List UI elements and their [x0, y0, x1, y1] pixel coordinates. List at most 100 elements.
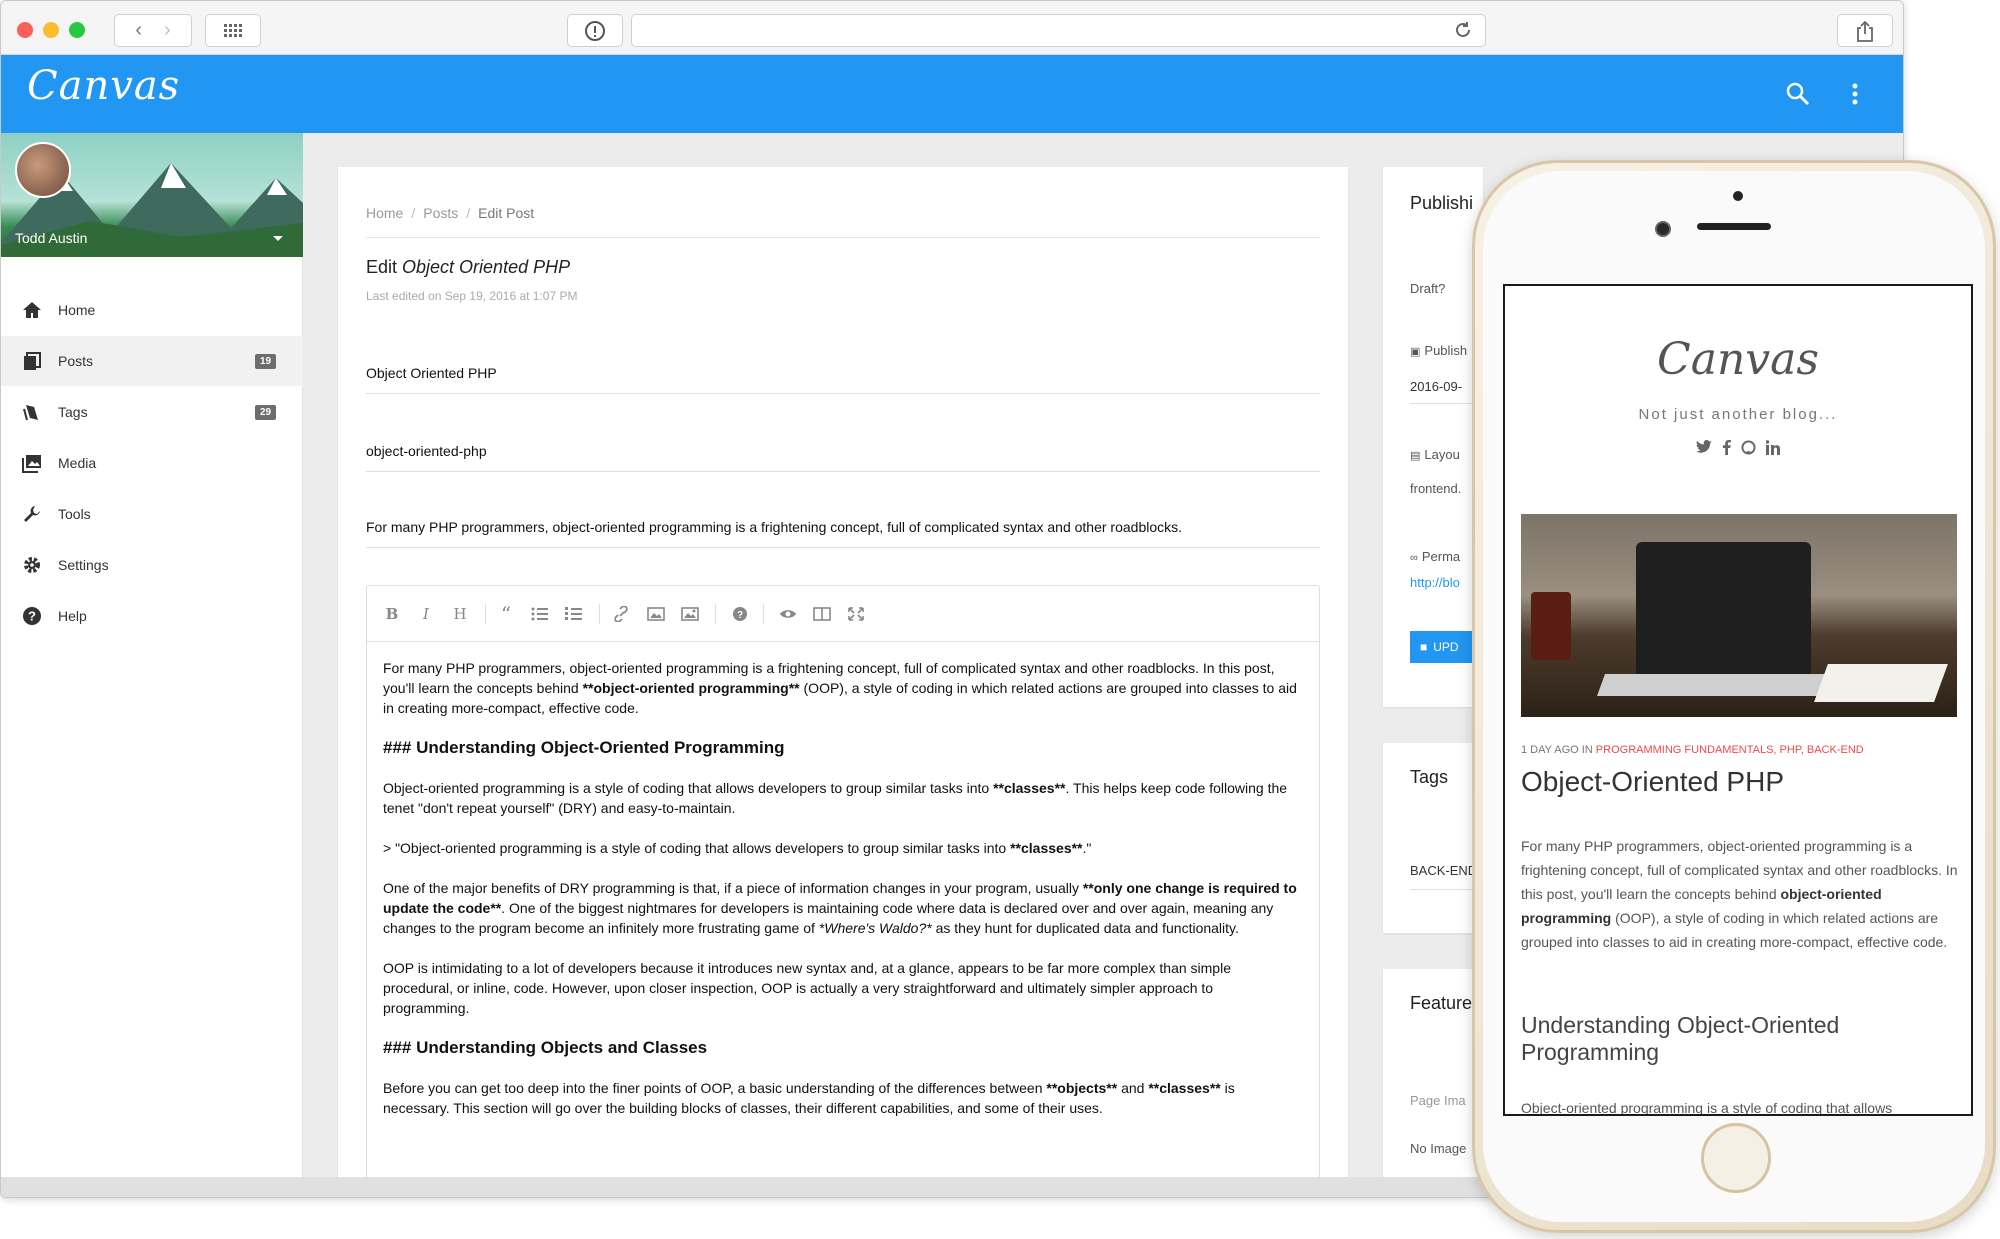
slug-field[interactable]: object-oriented-php — [366, 443, 1320, 459]
app-logo[interactable]: Canvas — [27, 63, 180, 109]
layout-field[interactable]: frontend. — [1410, 481, 1461, 496]
post-section-heading: Understanding Object-Oriented Programmin… — [1521, 1012, 1840, 1065]
breadcrumb-separator: / — [466, 205, 471, 221]
sidebar-item-tags[interactable]: Tags 29 — [1, 387, 303, 437]
back-forward-buttons[interactable]: ‹ › — [114, 14, 192, 47]
svg-text:?: ? — [737, 610, 743, 621]
breadcrumb-posts[interactable]: Posts — [423, 205, 458, 221]
twitter-icon[interactable] — [1695, 440, 1712, 454]
markdown-editor[interactable]: B I H “ ? For many PHP programmers, obje… — [366, 585, 1320, 1197]
close-window-button[interactable] — [17, 22, 33, 38]
bold-icon[interactable]: B — [383, 605, 401, 623]
social-links — [1505, 440, 1971, 455]
post-paragraph: Object-oriented programming is a style o… — [1521, 1100, 1893, 1116]
svg-text:?: ? — [28, 609, 36, 624]
title-field[interactable]: Object Oriented PHP — [366, 365, 1320, 381]
preview-eye-icon[interactable] — [779, 606, 797, 622]
paragraph: One of the major benefits of DRY program… — [383, 878, 1303, 938]
post-title[interactable]: Object-Oriented PHP — [1521, 766, 1784, 798]
text: ." — [1082, 840, 1092, 856]
heading-icon[interactable]: H — [451, 605, 469, 623]
tags-title: Tags — [1410, 767, 1449, 787]
github-icon[interactable] — [1740, 440, 1756, 455]
sidebar: Todd Austin Home Posts 19 Tags 29 Media … — [1, 133, 303, 1197]
text: > "Object-oriented programming is a styl… — [383, 840, 1011, 856]
address-bar[interactable] — [631, 14, 1486, 47]
page-image-label: Page Ima — [1410, 1093, 1466, 1108]
sidebar-item-label: Settings — [58, 557, 109, 573]
breadcrumb-home[interactable]: Home — [366, 205, 403, 221]
linkedin-icon[interactable] — [1765, 440, 1781, 455]
search-icon[interactable] — [1785, 81, 1811, 107]
sidebar-item-settings[interactable]: Settings — [1, 540, 303, 590]
more-vert-icon[interactable] — [1851, 81, 1859, 107]
camera-sensor — [1733, 191, 1743, 201]
paragraph: For many PHP programmers, object-oriente… — [383, 658, 1303, 718]
upload-image-icon[interactable] — [681, 606, 699, 622]
forward-icon[interactable]: › — [164, 19, 171, 42]
grid-icon — [224, 23, 242, 37]
image-icon[interactable] — [647, 606, 665, 622]
share-button[interactable] — [1837, 14, 1893, 47]
link-icon[interactable] — [613, 606, 631, 622]
publishing-card: Publishi Draft? ▣ Publish 2016-09- ▤ Layou… — [1383, 167, 1483, 707]
sidebar-item-tools[interactable]: Tools — [1, 489, 303, 539]
italic-icon[interactable]: I — [417, 605, 435, 623]
avatar[interactable] — [15, 142, 71, 198]
phone-device: Canvas Not just another blog... 1 DAY AG… — [1472, 160, 1996, 1233]
title-post-name: Object Oriented PHP — [402, 257, 571, 277]
ordered-list-icon[interactable] — [565, 606, 583, 622]
unordered-list-icon[interactable] — [531, 606, 549, 622]
permalink-label-text: Perma — [1421, 549, 1461, 564]
bold-text: **object-oriented programming** — [582, 680, 800, 696]
gear-icon — [24, 557, 40, 573]
layout-label: ▤ Layou — [1410, 447, 1460, 462]
tab-grid-button[interactable] — [205, 14, 261, 47]
home-button[interactable] — [1701, 1123, 1771, 1193]
fullscreen-icon[interactable] — [847, 606, 865, 622]
side-by-side-icon[interactable] — [813, 606, 831, 622]
post-excerpt: For many PHP programmers, object-oriente… — [1521, 834, 1961, 954]
chevron-down-icon[interactable] — [273, 236, 283, 241]
sidebar-item-label: Tags — [58, 404, 88, 420]
blog-logo[interactable]: Canvas — [1505, 334, 1971, 385]
tag-chip[interactable]: BACK-END — [1410, 863, 1477, 878]
earpiece-speaker — [1697, 223, 1771, 230]
site-info-button[interactable] — [567, 14, 623, 47]
tags-icon — [23, 405, 38, 421]
text: Object-oriented programming is a style o… — [383, 780, 994, 796]
sidebar-item-home[interactable]: Home — [1, 285, 303, 335]
no-image-text: No Image — [1410, 1141, 1467, 1156]
sidebar-item-label: Home — [58, 302, 96, 318]
breadcrumb-separator: / — [411, 205, 416, 221]
update-button-label: UPD — [1433, 640, 1459, 654]
maximize-window-button[interactable] — [69, 22, 85, 38]
layout-icon: ▤ — [1410, 450, 1421, 462]
post-categories[interactable]: PROGRAMMING FUNDAMENTALS, PHP, BACK-END — [1596, 744, 1864, 756]
permalink-link[interactable]: http://blo — [1410, 575, 1460, 590]
user-name[interactable]: Todd Austin — [15, 230, 87, 246]
notebook-shape — [1814, 664, 1948, 702]
back-icon[interactable]: ‹ — [135, 19, 142, 42]
text: as they hunt for duplicated data and fun… — [931, 920, 1239, 936]
sidebar-item-posts[interactable]: Posts 19 — [1, 336, 303, 386]
posts-count-badge: 19 — [255, 353, 277, 369]
tags-card: Tags BACK-END — [1383, 743, 1483, 933]
reload-icon[interactable] — [1453, 20, 1473, 40]
quote-icon[interactable]: “ — [497, 602, 515, 626]
facebook-icon[interactable] — [1722, 440, 1731, 455]
sidebar-item-media[interactable]: Media — [1, 438, 303, 488]
divider — [366, 237, 1320, 238]
last-edited-text: Last edited on Sep 19, 2016 at 1:07 PM — [366, 289, 578, 303]
posts-icon — [24, 352, 41, 370]
edit-post-card: Home / Posts / Edit Post Edit Object Oriente… — [338, 167, 1348, 1197]
publish-date-field[interactable]: 2016-09- — [1410, 379, 1462, 394]
markdown-content[interactable]: For many PHP programmers, object-oriente… — [383, 658, 1303, 1138]
subtitle-field[interactable]: For many PHP programmers, object-oriente… — [366, 519, 1320, 535]
post-hero-image[interactable] — [1521, 514, 1957, 717]
permalink-label: ∞ Perma — [1410, 549, 1460, 564]
minimize-window-button[interactable] — [43, 22, 59, 38]
layout-label-text: Layou — [1424, 447, 1460, 462]
sidebar-item-help[interactable]: ? Help — [1, 591, 303, 641]
help-icon[interactable]: ? — [731, 606, 749, 622]
